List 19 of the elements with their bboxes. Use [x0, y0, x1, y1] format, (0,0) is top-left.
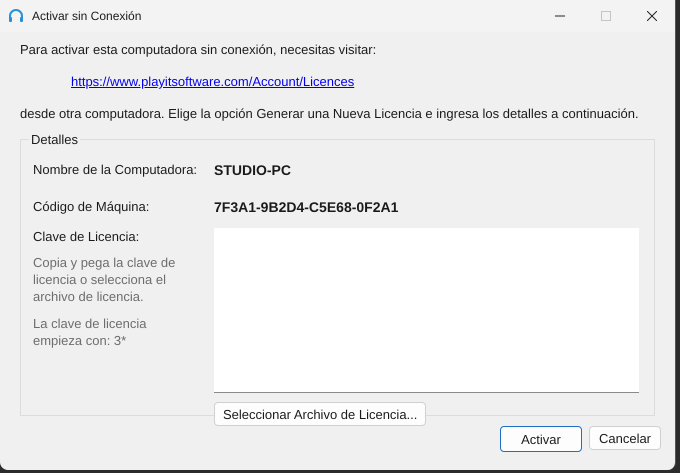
- select-file-button[interactable]: Seleccionar Archivo de Licencia...: [214, 402, 426, 426]
- dialog-button[interactable]: Activar: [500, 426, 582, 452]
- field-value: 7F3A1-9B2D4-C5E68-0F2A1: [214, 198, 398, 214]
- instructions-text: desde otra computadora. Elige la opción Generar una Nueva Licencia e ingresa los detalles a continuación.: [20, 105, 640, 123]
- hint-text: Copia y pega la clave de licencia o selecciona el archivo de licencia.: [33, 254, 176, 305]
- account-link[interactable]: https://www.playitsoftware.com/Account/Licences: [71, 72, 354, 92]
- window-title: Activar sin Conexión: [32, 9, 142, 23]
- headphones-icon: [8, 8, 24, 24]
- hint-text: La clave de licencia empieza con: 3*: [33, 315, 148, 349]
- field-label: Nombre de la Computadora:: [33, 162, 198, 177]
- field-value: STUDIO-PC: [214, 162, 291, 178]
- close-icon: [647, 11, 657, 21]
- intro-text: Para activar esta computadora sin conexión, necesitas visitar:: [20, 41, 378, 59]
- field-label: Clave de Licencia:: [33, 229, 140, 244]
- maximize-icon: [601, 11, 611, 21]
- dialog-button[interactable]: Cancelar: [589, 426, 661, 450]
- group-title: Detalles: [30, 132, 79, 147]
- license-key-field[interactable]: [214, 228, 639, 393]
- field-label: Código de Máquina:: [33, 199, 150, 214]
